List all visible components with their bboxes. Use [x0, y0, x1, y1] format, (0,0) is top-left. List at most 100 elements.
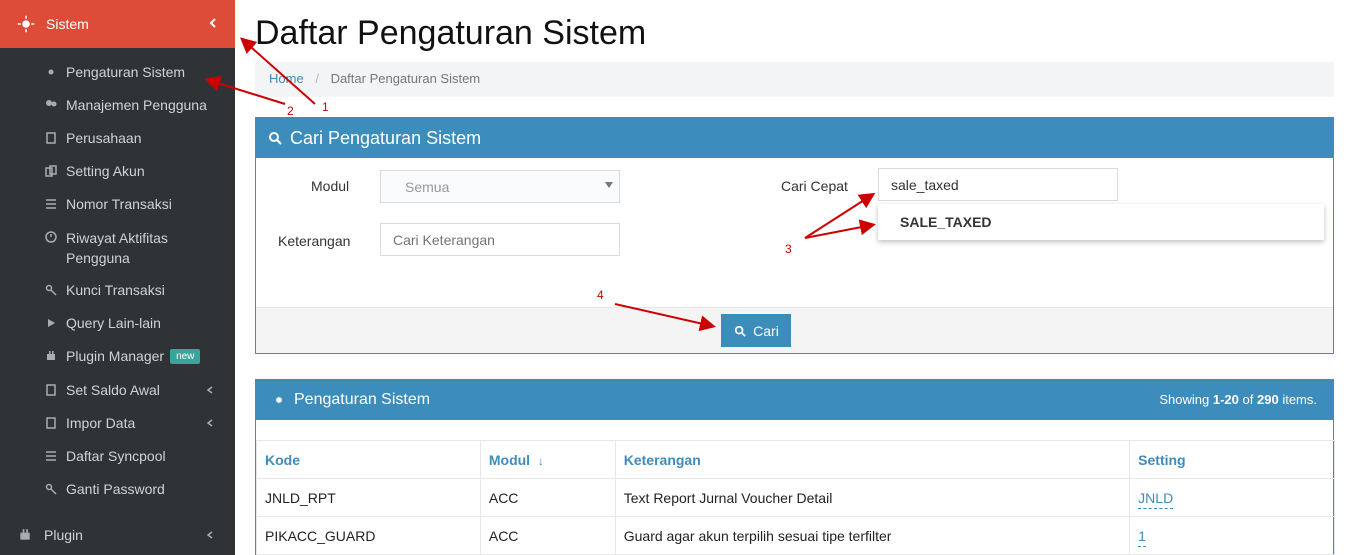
key-icon [44, 482, 58, 496]
cell-setting: JNLD [1129, 478, 1335, 517]
modul-select[interactable]: Semua [380, 170, 620, 203]
th-setting[interactable]: Setting [1129, 440, 1335, 479]
th-modul[interactable]: Modul ↓ [479, 440, 616, 479]
sidebar-topbar[interactable]: Sistem [0, 0, 235, 48]
cell-modul: ACC [479, 516, 616, 555]
setting-link[interactable]: JNLD [1138, 489, 1174, 509]
sidebar-item-label: Manajemen Pengguna [66, 97, 207, 113]
sidebar-plugin-label: Plugin [44, 527, 83, 543]
history-icon [44, 230, 58, 244]
search-form: Modul Semua Keterangan Cari Cepat SALE_T… [256, 158, 1333, 308]
sidebar-item-daftar-syncpool[interactable]: Daftar Syncpool [0, 444, 235, 468]
badge-new: new [170, 348, 201, 364]
sidebar-item-ganti-password[interactable]: Ganti Password [0, 477, 235, 501]
sidebar-item-query-lain[interactable]: Query Lain-lain [0, 311, 235, 335]
sidebar: Sistem Pengaturan Sistem Manajemen Pengg… [0, 0, 235, 555]
annotation-1: 1 [322, 100, 329, 114]
sidebar-item-pengaturan-sistem[interactable]: Pengaturan Sistem [0, 60, 235, 84]
sidebar-item-label: Pengaturan Sistem [66, 64, 186, 80]
search-icon [266, 129, 284, 147]
sidebar-item-nomor-transaksi[interactable]: Nomor Transaksi [0, 192, 235, 216]
modul-selected-value: Semua [405, 178, 450, 195]
cari-button-label: Cari [753, 322, 779, 339]
th-keterangan[interactable]: Keterangan [614, 440, 1131, 479]
search-panel-title: Cari Pengaturan Sistem [290, 127, 482, 148]
caret-down-icon [605, 181, 613, 189]
autocomplete-suggestion[interactable]: SALE_TAXED [878, 204, 1324, 240]
sidebar-item-riwayat-aktifitas[interactable]: Riwayat Aktifitas Pengguna [0, 225, 235, 266]
list-icon [44, 197, 58, 211]
sidebar-item-label: Daftar Syncpool [66, 448, 166, 464]
sidebar-item-label: Ganti Password [66, 481, 165, 497]
table-row: PIKACC_GUARD ACC Guard agar akun terpili… [256, 516, 1335, 555]
results-title: Pengaturan Sistem [294, 391, 431, 408]
modul-label: Modul [311, 178, 350, 194]
page-title: Daftar Pengaturan Sistem [255, 14, 647, 52]
keterangan-label: Keterangan [278, 233, 351, 249]
th-modul-label: Modul [488, 451, 531, 468]
summary-range: 1-20 [1212, 392, 1239, 407]
sidebar-item-label: Query Lain-lain [66, 315, 161, 331]
app-root: Sistem Pengaturan Sistem Manajemen Pengg… [0, 0, 1348, 555]
sidebar-item-kunci-transaksi[interactable]: Kunci Transaksi [0, 278, 235, 302]
annotation-3: 3 [785, 242, 792, 256]
sidebar-item-label: Kunci Transaksi [66, 282, 165, 298]
sidebar-item-label: Setting Akun [66, 163, 145, 179]
copy-icon [44, 164, 58, 178]
sidebar-item-set-saldo-awal[interactable]: Set Saldo Awal [0, 378, 235, 402]
building-icon [44, 131, 58, 145]
sidebar-item-perusahaan[interactable]: Perusahaan [0, 126, 235, 150]
summary-suffix: items. [1282, 392, 1317, 407]
sidebar-topbar-label: Sistem [46, 16, 89, 32]
summary-mid: of [1242, 392, 1254, 407]
cell-setting: 1 [1129, 516, 1335, 555]
sidebar-item-impor-data[interactable]: Impor Data [0, 411, 235, 435]
cari-cepat-input[interactable] [878, 168, 1118, 201]
search-icon [733, 324, 747, 338]
breadcrumb-current: Daftar Pengaturan Sistem [330, 71, 481, 86]
gear-icon [16, 14, 36, 34]
list-icon [44, 449, 58, 463]
sidebar-item-label: Set Saldo Awal [66, 382, 160, 398]
sidebar-item-setting-akun[interactable]: Setting Akun [0, 159, 235, 183]
keterangan-input[interactable] [380, 223, 620, 256]
gear-icon [270, 391, 288, 409]
main-content: Daftar Pengaturan Sistem Home / Daftar P… [255, 0, 1335, 555]
table-header-row: Kode Modul ↓ Keterangan Setting [256, 440, 1335, 479]
results-summary: Showing 1-20 of 290 items. [1159, 392, 1317, 407]
search-panel-header: Cari Pengaturan Sistem [256, 118, 1333, 158]
calculator-icon [44, 383, 58, 397]
table-row: JNLD_RPT ACC Text Report Jurnal Voucher … [256, 478, 1335, 517]
sidebar-item-label: Nomor Transaksi [66, 196, 172, 212]
annotation-4: 4 [597, 288, 604, 302]
plug-icon [16, 526, 34, 544]
sidebar-item-label: Impor Data [66, 415, 136, 431]
breadcrumb-separator: / [315, 71, 319, 86]
chevron-left-icon [205, 530, 215, 540]
sidebar-item-label: Perusahaan [66, 130, 142, 146]
search-footer: Cari [256, 307, 1333, 353]
sidebar-item-label: Riwayat Aktifitas Pengguna [66, 230, 168, 266]
calculator-icon [44, 416, 58, 430]
search-panel: Cari Pengaturan Sistem Modul Semua Keter… [255, 117, 1334, 354]
sidebar-item-manajemen-pengguna[interactable]: Manajemen Pengguna [0, 93, 235, 117]
sidebar-item-plugin-manager[interactable]: Plugin Manager new [0, 344, 235, 368]
annotation-2: 2 [287, 104, 294, 118]
results-header: Pengaturan Sistem Showing 1-20 of 290 it… [256, 380, 1333, 420]
summary-prefix: Showing [1159, 392, 1210, 407]
th-kode[interactable]: Kode [256, 440, 481, 479]
cell-modul: ACC [479, 478, 616, 517]
sidebar-plugin[interactable]: Plugin [0, 520, 235, 550]
play-icon [44, 316, 58, 330]
users-icon [44, 98, 58, 112]
results-panel: Pengaturan Sistem Showing 1-20 of 290 it… [255, 379, 1335, 555]
chevron-left-icon [205, 418, 215, 428]
sort-icon: ↓ [537, 453, 544, 468]
breadcrumb-home[interactable]: Home [269, 71, 304, 86]
setting-link[interactable]: 1 [1138, 527, 1146, 547]
chevron-left-icon [205, 385, 215, 395]
chevron-left-icon [205, 15, 221, 31]
summary-total: 290 [1257, 392, 1279, 407]
cari-cepat-label: Cari Cepat [781, 178, 848, 194]
cari-button[interactable]: Cari [721, 314, 791, 347]
